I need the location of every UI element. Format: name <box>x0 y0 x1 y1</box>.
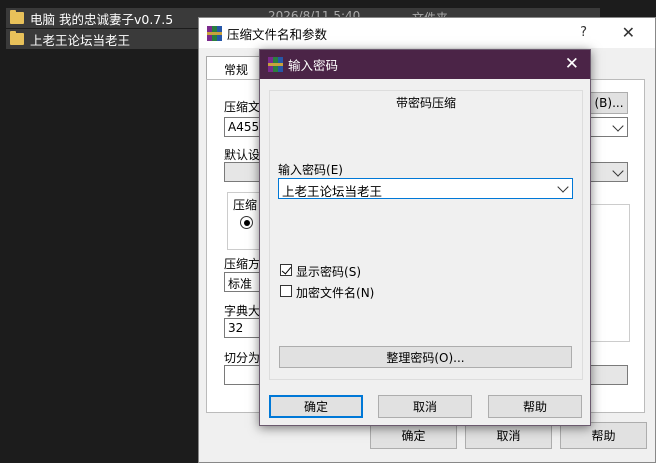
split-label: 切分为 <box>224 351 261 365</box>
archive-format-label: 压缩 <box>233 198 258 212</box>
encrypt-filenames-checkbox[interactable] <box>280 285 292 297</box>
dialog-title: 输入密码 <box>288 58 339 73</box>
archive-name-combo[interactable] <box>590 117 628 137</box>
file-name: 上老王论坛当老王 <box>30 32 131 48</box>
split-input[interactable] <box>224 365 264 385</box>
dialog-titlebar: 压缩文件名和参数 ? ✕ <box>199 18 655 48</box>
password-input[interactable]: 上老王论坛当老王 <box>278 178 573 199</box>
method-label: 压缩方 <box>224 257 261 271</box>
chevron-down-icon <box>557 181 569 193</box>
help-button[interactable]: 帮助 <box>560 422 647 449</box>
dictionary-label: 字典大 <box>224 304 261 318</box>
close-icon[interactable]: ✕ <box>622 23 635 42</box>
profiles-combo[interactable] <box>224 162 264 182</box>
browse-button[interactable]: (B)... <box>590 92 628 114</box>
password-dialog: 输入密码 ✕ 带密码压缩 输入密码(E) 上老王论坛当老王 显示密码(S) 加密… <box>259 49 591 426</box>
folder-icon <box>10 10 24 24</box>
help-icon[interactable]: ? <box>580 25 587 40</box>
chevron-down-icon <box>612 120 624 132</box>
dictionary-combo[interactable]: 32 <box>224 318 264 338</box>
winrar-icon <box>268 57 283 72</box>
chevron-down-icon <box>612 165 624 177</box>
password-group <box>269 90 583 380</box>
folder-icon <box>10 31 24 45</box>
file-name: 电脑 我的忠诚妻子v0.7.5 <box>30 11 174 27</box>
archive-name-input[interactable]: A4556 <box>224 117 264 137</box>
dialog-title: 压缩文件名和参数 <box>227 26 328 42</box>
show-password-checkbox[interactable] <box>280 264 292 276</box>
ok-button[interactable]: 确定 <box>269 395 363 418</box>
cancel-button[interactable]: 取消 <box>465 422 552 449</box>
cancel-button[interactable]: 取消 <box>378 395 472 418</box>
radio-dot <box>243 219 250 226</box>
help-button[interactable]: 帮助 <box>488 395 582 418</box>
rar-radio[interactable] <box>240 216 253 229</box>
close-icon[interactable]: ✕ <box>565 54 579 74</box>
method-combo[interactable]: 标准 <box>224 272 264 292</box>
options-group <box>590 204 630 342</box>
tab-general[interactable]: 常规 <box>206 56 266 81</box>
profiles-combo-arrow[interactable] <box>590 162 628 182</box>
organize-passwords-button[interactable]: 整理密码(O)... <box>279 346 572 368</box>
ok-button[interactable]: 确定 <box>370 422 457 449</box>
encrypt-filenames-label: 加密文件名(N) <box>296 286 375 300</box>
show-password-label: 显示密码(S) <box>296 265 361 279</box>
password-value: 上老王论坛当老王 <box>282 184 383 199</box>
list-item[interactable]: 上老王论坛当老王 <box>6 29 198 49</box>
default-settings-label: 默认设 <box>224 148 261 162</box>
archive-name-label: 压缩文 <box>224 100 261 114</box>
password-label: 输入密码(E) <box>278 163 343 177</box>
set-password-button[interactable] <box>590 365 628 385</box>
winrar-icon <box>207 25 222 41</box>
dialog-titlebar: 输入密码 ✕ <box>260 50 590 79</box>
dialog-heading: 带密码压缩 <box>395 96 456 110</box>
